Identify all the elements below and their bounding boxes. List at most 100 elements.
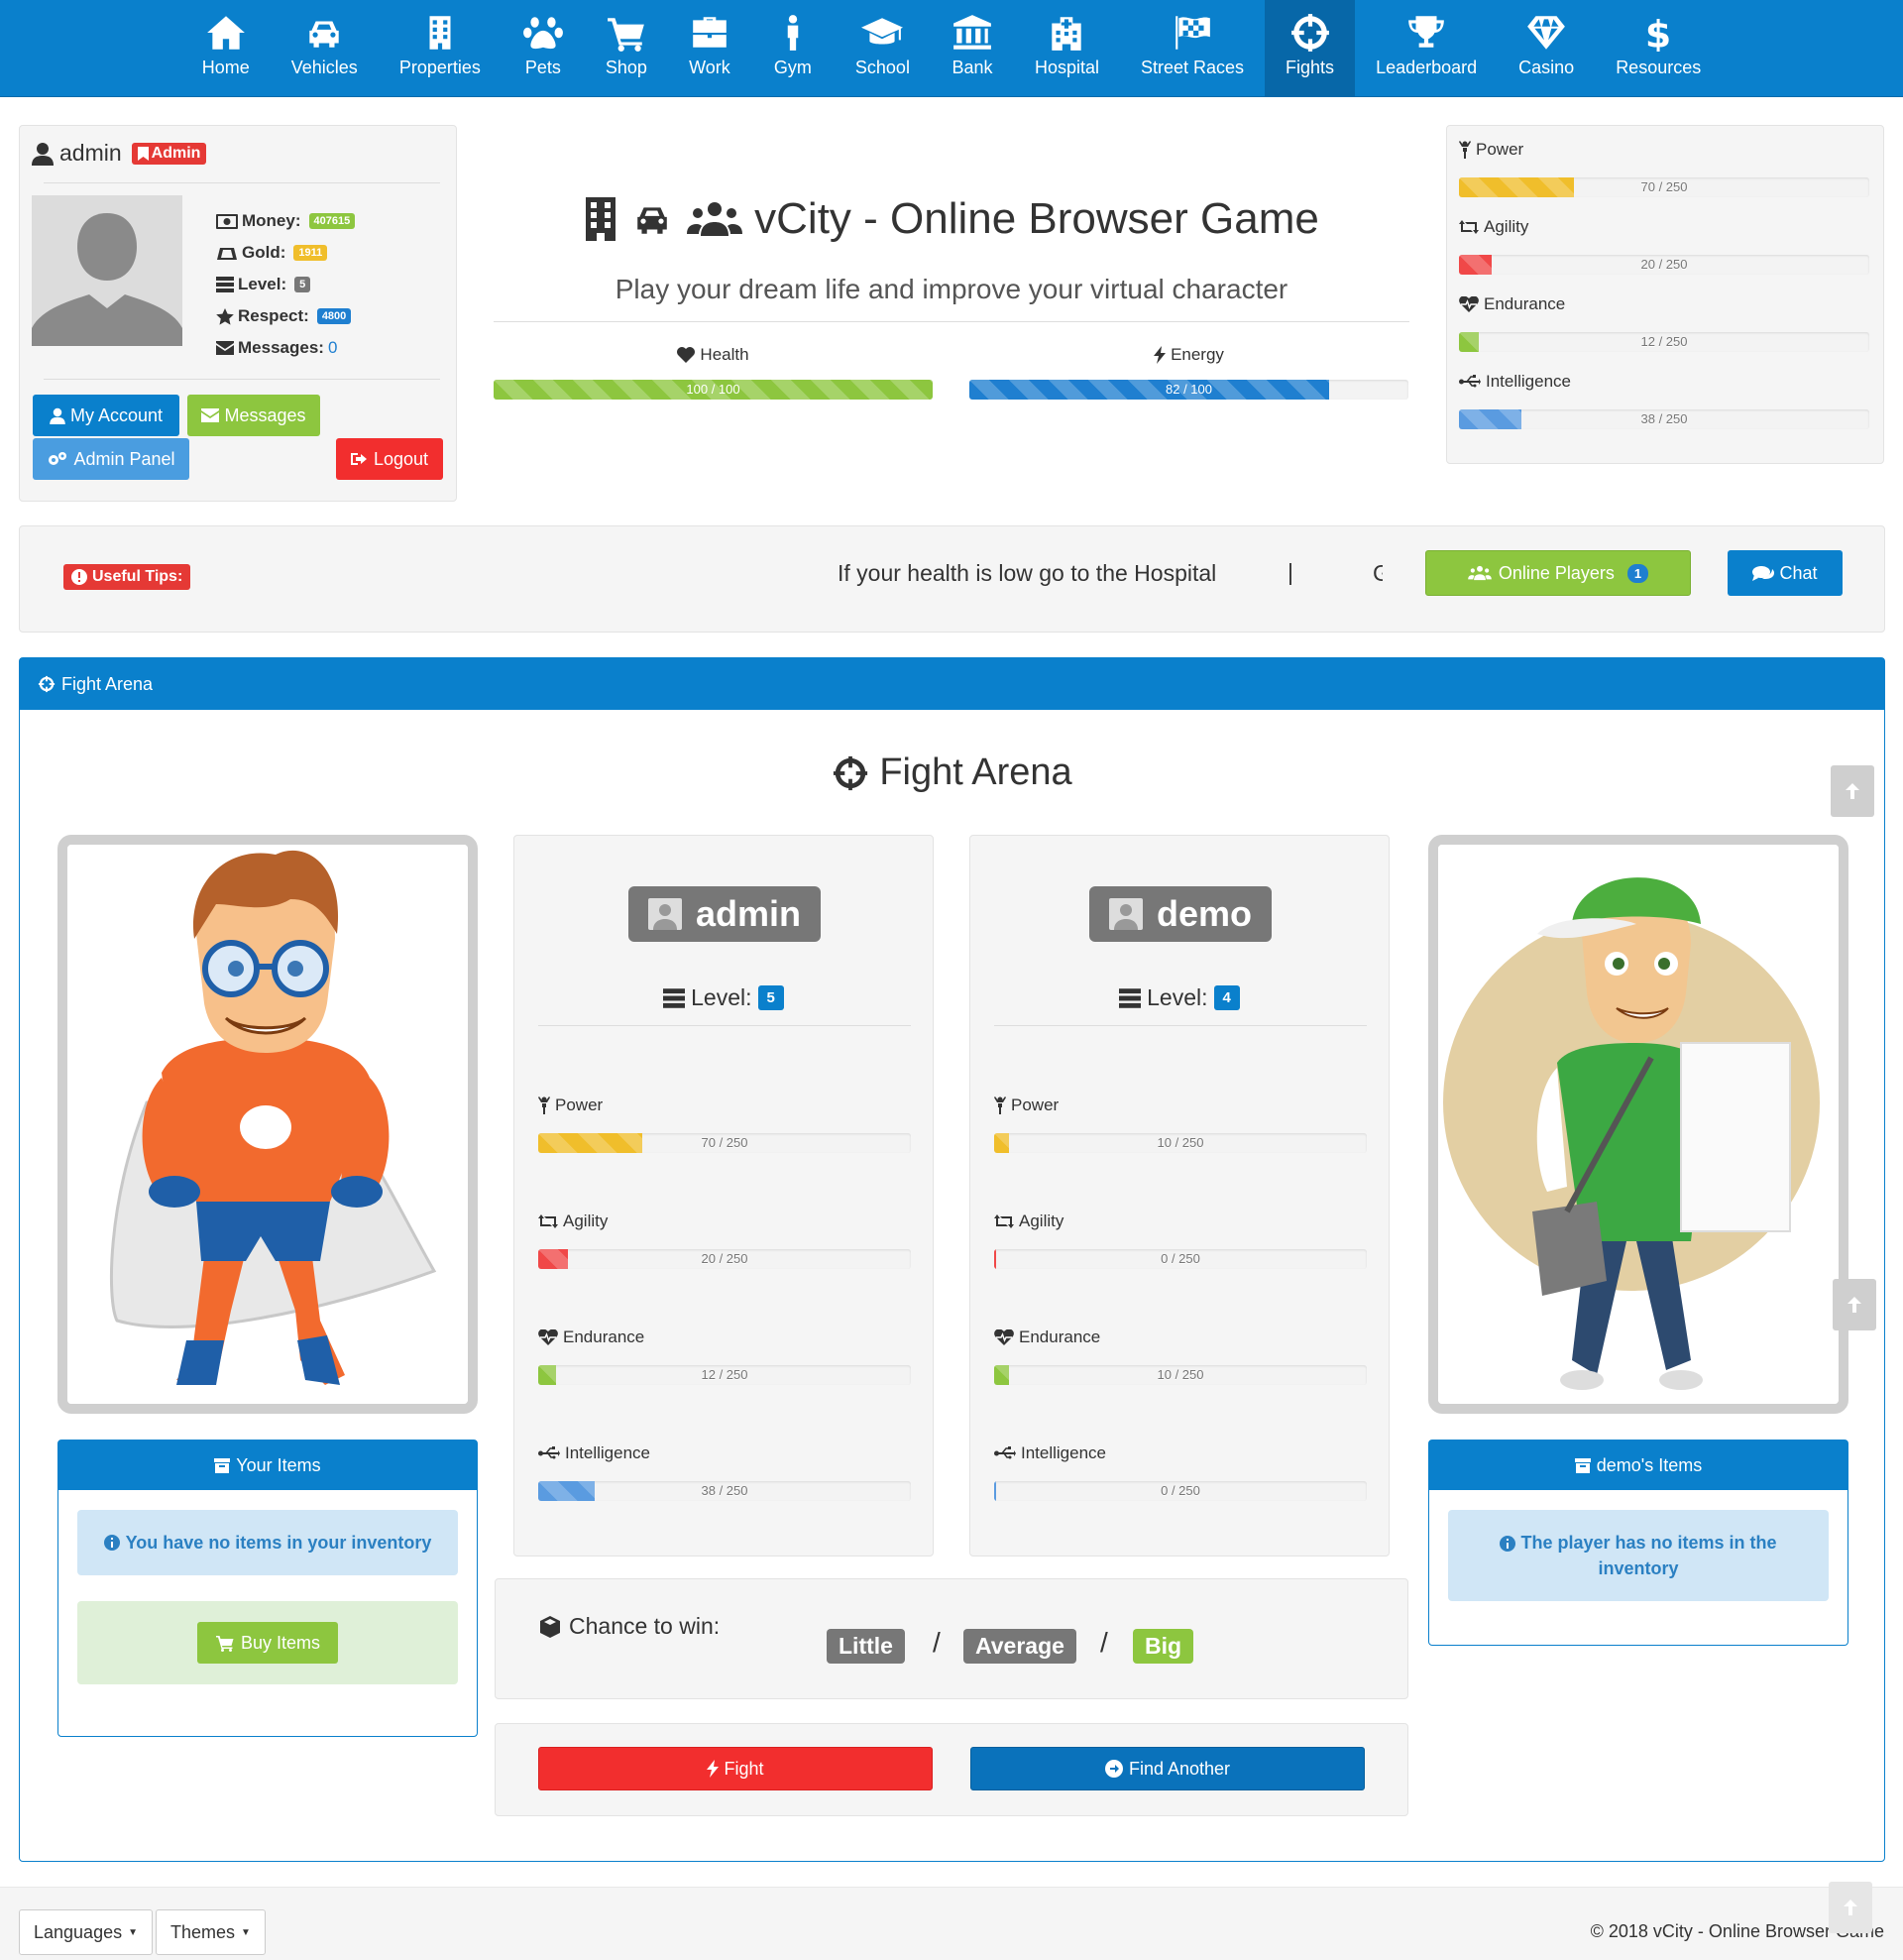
stat-label-intelligence: Intelligence [994, 1443, 1106, 1463]
nav-label: Hospital [1034, 58, 1099, 77]
sign-out-icon [350, 453, 367, 465]
stat-bar-endurance: 10 / 250 [994, 1365, 1367, 1385]
nav-street-races[interactable]: Street Races [1120, 0, 1265, 97]
stat-bar-text: 0 / 250 [1161, 1483, 1200, 1498]
money-value: 407615 [308, 213, 356, 229]
nav-work[interactable]: Work [668, 0, 751, 97]
chance-little: Little [827, 1629, 905, 1664]
player-name: admin [696, 893, 802, 934]
nav-label: Resources [1616, 58, 1702, 77]
bolt-icon [1154, 346, 1167, 364]
user-portrait-icon [648, 898, 682, 930]
side-stats-panel: Power 70 / 250 Agility 20 / 250 Endurance 12 … [1446, 125, 1884, 464]
stat-label-text: Intelligence [1486, 372, 1572, 391]
admin-panel-button[interactable]: Admin Panel [33, 438, 189, 480]
nav-hospital[interactable]: Hospital [1014, 0, 1120, 97]
messages-button-label: Messages [224, 404, 306, 425]
diamond-icon [1527, 16, 1566, 50]
stat-bar-agility: 0 / 250 [994, 1249, 1367, 1269]
nav-resources[interactable]: $ Resources [1595, 0, 1722, 97]
chat-button[interactable]: Chat [1728, 550, 1843, 596]
archive-icon [1574, 1457, 1591, 1473]
chance-separator: / [933, 1627, 941, 1658]
stat-label-endurance: Endurance [1459, 294, 1565, 314]
respect-value: 4800 [316, 308, 352, 324]
messages-label: Messages: [238, 338, 324, 357]
fight-label: Fight [724, 1758, 764, 1779]
delivery-guy-image [1438, 845, 1839, 1404]
nav-shop[interactable]: Shop [585, 0, 668, 97]
divider [994, 1025, 1367, 1026]
arrow-up-icon [1844, 1900, 1857, 1915]
nav-leaderboard[interactable]: Leaderboard [1355, 0, 1498, 97]
nav-vehicles[interactable]: Vehicles [271, 0, 379, 97]
languages-dropdown[interactable]: Languages ▼ [19, 1909, 153, 1955]
your-items-panel: Your Items You have no items in your inv… [57, 1440, 478, 1737]
stat-bar-text: 38 / 250 [1640, 411, 1688, 426]
money-row: Money: 407615 [216, 205, 356, 237]
online-players-label: Online Players [1498, 562, 1615, 583]
stat-label-endurance: Endurance [538, 1327, 644, 1347]
level-label: Level: [691, 984, 752, 1010]
find-another-button[interactable]: Find Another [970, 1747, 1365, 1790]
messages-value[interactable]: 0 [328, 338, 337, 358]
nav-pets[interactable]: Pets [502, 0, 585, 97]
arrow-up-icon [1847, 1297, 1861, 1313]
stat-bar-text: 0 / 250 [1161, 1251, 1200, 1266]
my-account-label: My Account [69, 404, 164, 425]
briefcase-icon [693, 17, 727, 48]
messages-button[interactable]: Messages [187, 395, 320, 436]
nav-label: Home [201, 58, 250, 77]
nav-casino[interactable]: Casino [1498, 0, 1595, 97]
logout-button[interactable]: Logout [336, 438, 443, 480]
nav-gym[interactable]: Gym [751, 0, 835, 97]
chance-average: Average [963, 1629, 1076, 1664]
opponent-stats-card: demo Level: 4 Power 10 / 250 Agility 0 / 250 En… [969, 835, 1390, 1556]
graduation-cap-icon [861, 18, 904, 45]
divider [494, 321, 1409, 322]
stat-label-text: Power [1011, 1095, 1060, 1114]
nav-properties[interactable]: Properties [379, 0, 502, 97]
languages-label: Languages [34, 1921, 123, 1942]
archive-icon [214, 1457, 231, 1473]
nav-fights[interactable]: Fights [1265, 0, 1356, 97]
fight-arena-panel: Fight Arena Fight Arena admin Level: 5 P… [19, 657, 1885, 1862]
opponent-items-header: demo's Items [1429, 1441, 1847, 1490]
stat-label-agility: Agility [994, 1211, 1063, 1231]
scroll-top-button-footer[interactable] [1829, 1882, 1872, 1933]
tip-separator: | [1287, 559, 1293, 585]
my-account-button[interactable]: My Account [33, 395, 179, 436]
nav-home[interactable]: Home [181, 0, 271, 97]
buy-items-button[interactable]: Buy Items [197, 1622, 338, 1664]
gold-label: Gold: [242, 243, 286, 262]
gold-row: Gold: 1911 [216, 237, 355, 269]
find-another-label: Find Another [1128, 1758, 1231, 1779]
themes-dropdown[interactable]: Themes ▼ [156, 1909, 266, 1955]
page-title-text: vCity - Online Browser Game [754, 194, 1319, 243]
nav-label: Properties [398, 58, 481, 77]
online-players-button[interactable]: Online Players 1 [1425, 550, 1691, 596]
nav-label: Casino [1518, 58, 1575, 77]
scroll-top-button[interactable] [1831, 765, 1874, 817]
fight-arena-heading: Fight Arena [20, 751, 1884, 794]
role-badge: Admin [131, 142, 207, 165]
stat-bar-intelligence: 0 / 250 [994, 1481, 1367, 1501]
stat-bar-text: 10 / 250 [1157, 1135, 1204, 1150]
messages-row: Messages: 0 [216, 332, 355, 364]
stat-bar-text: 70 / 250 [701, 1135, 748, 1150]
paw-icon [522, 17, 563, 50]
nav-label: Leaderboard [1376, 58, 1478, 77]
user-panel: admin Admin Money: 407615 Gold: 1911 Lev… [19, 125, 457, 502]
car-icon [637, 207, 667, 234]
stat-bar-text: 20 / 250 [1640, 257, 1688, 272]
scroll-top-button-floating[interactable] [1833, 1279, 1876, 1330]
nav-bank[interactable]: Bank [931, 0, 1014, 97]
buy-items-label: Buy Items [240, 1632, 321, 1653]
footer: Languages ▼ Themes ▼ © 2018 vCity - Onli… [0, 1882, 1903, 1960]
heartbeat-icon [994, 1329, 1014, 1345]
buy-items-box: Buy Items [77, 1601, 458, 1684]
nav-label: Work [689, 58, 730, 77]
nav-school[interactable]: School [835, 0, 931, 97]
level-label: Level: [1147, 984, 1208, 1010]
fight-button[interactable]: Fight [538, 1747, 933, 1790]
